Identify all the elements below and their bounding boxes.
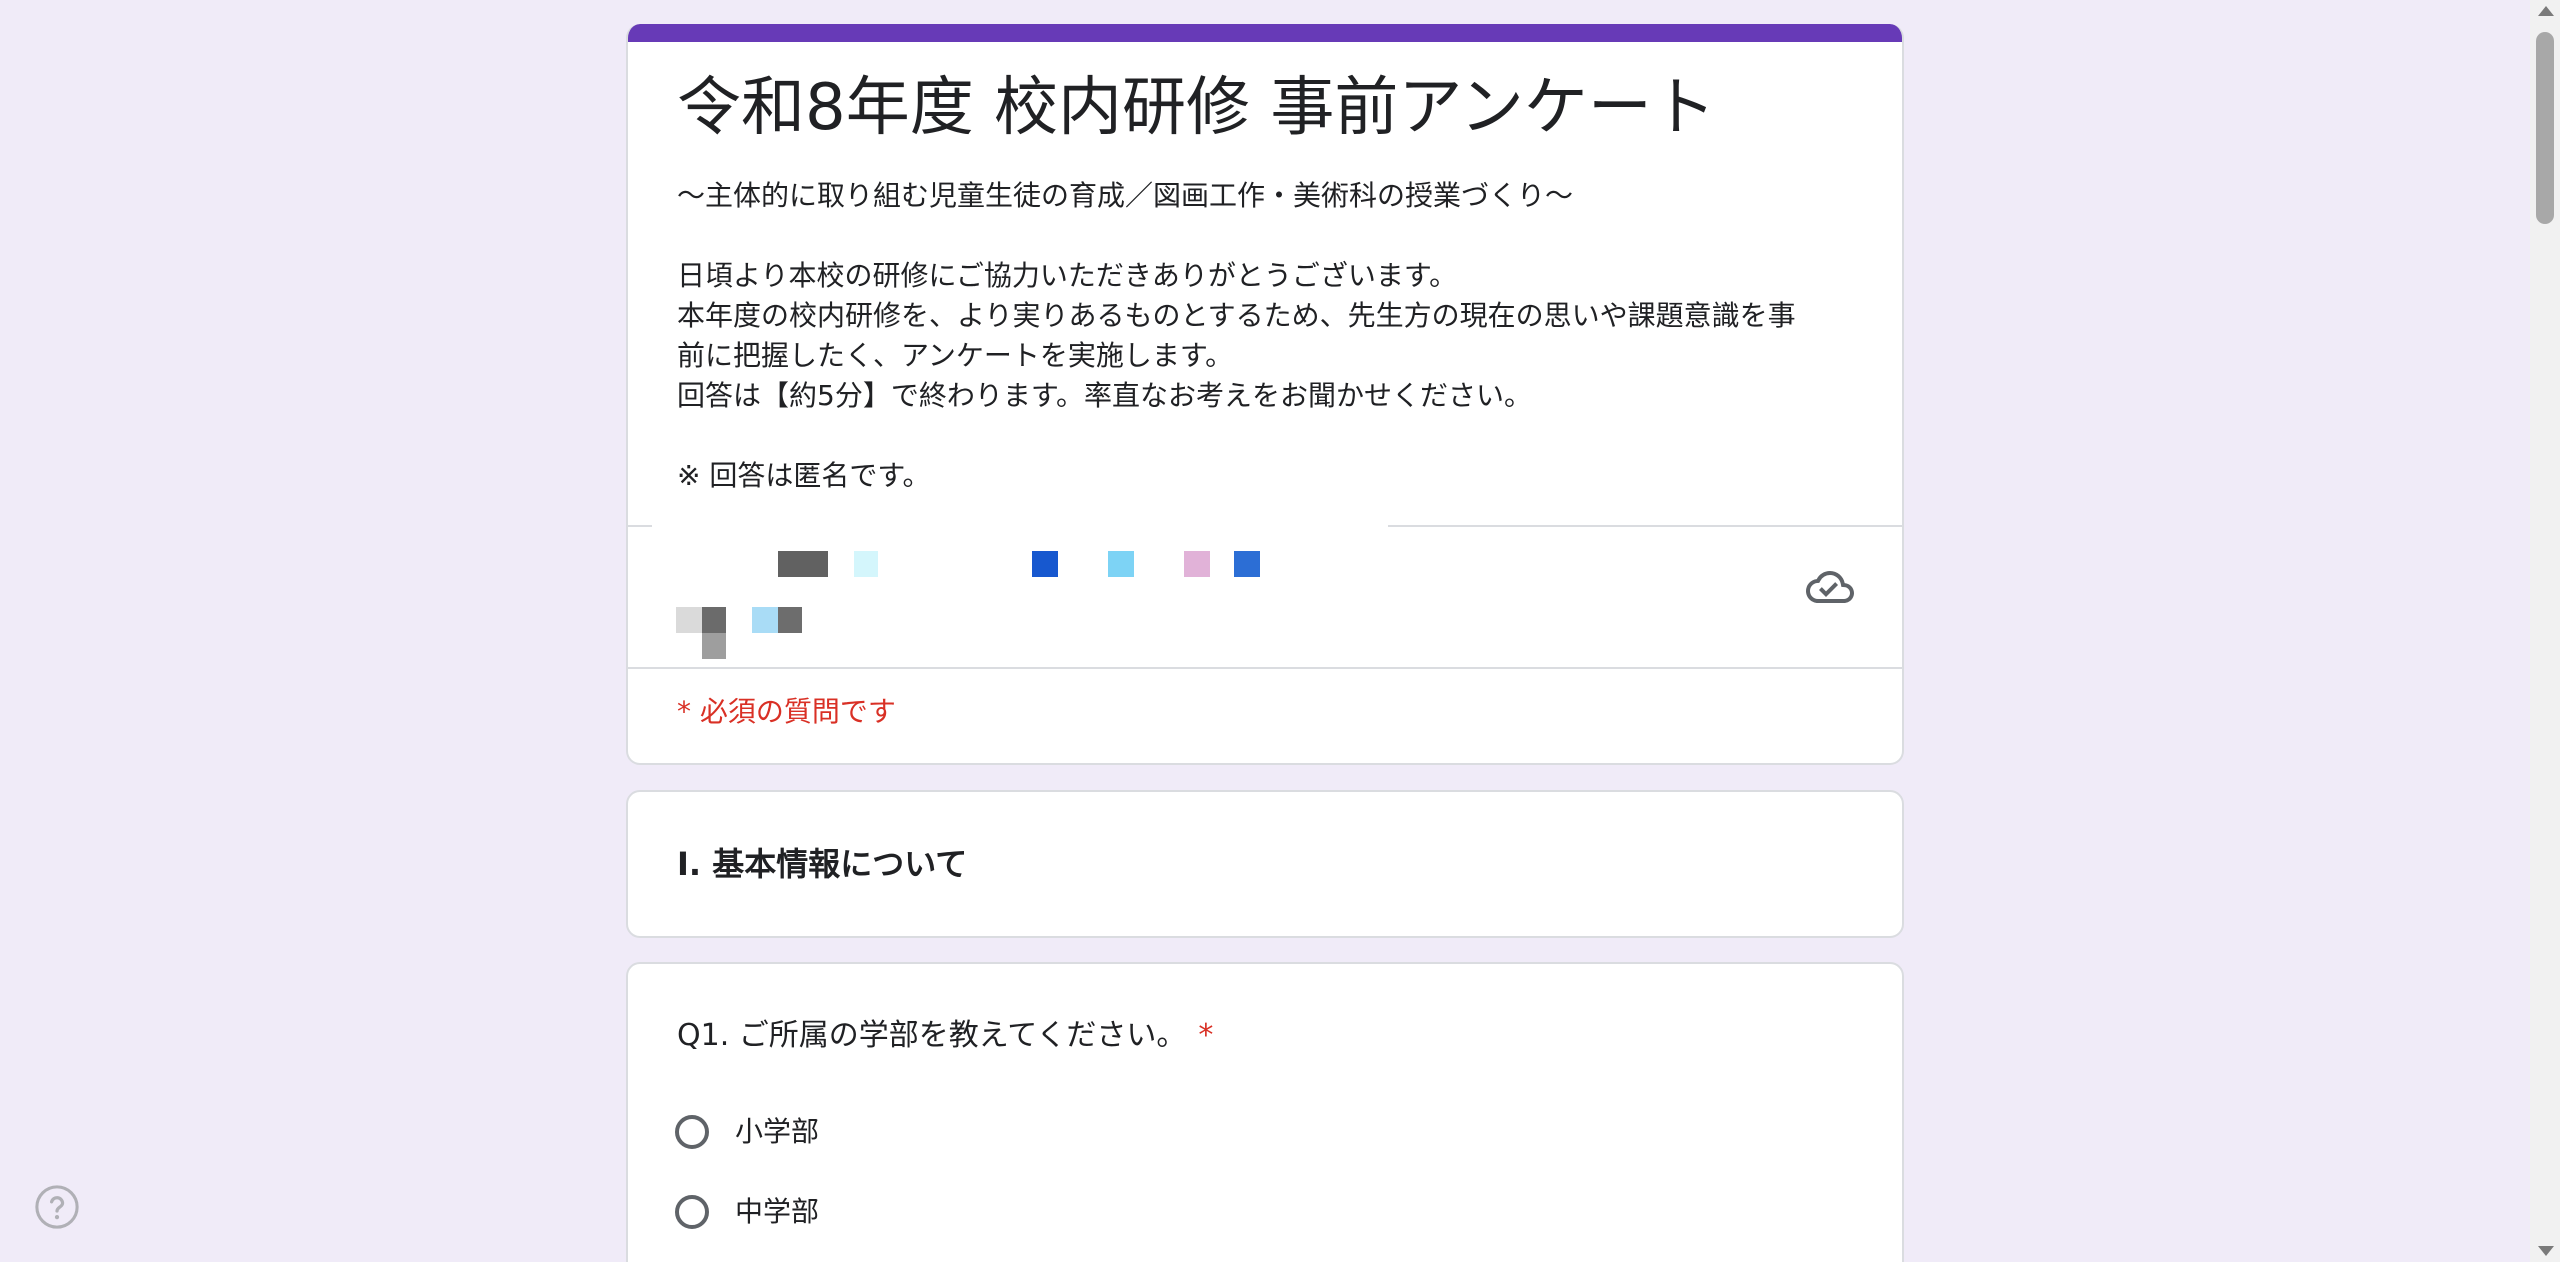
page-scrollbar[interactable] [2530, 0, 2560, 1262]
help-icon[interactable] [34, 1184, 80, 1230]
form-description-line: 本年度の校内研修を、より実りあるものとするため、先生方の現在の思いや課題意識を事 [677, 299, 1796, 332]
redaction-block [778, 607, 802, 633]
account-row [628, 507, 1902, 669]
radio-button[interactable] [675, 1195, 709, 1229]
account-divider [628, 667, 1902, 669]
redaction-block [676, 607, 702, 633]
form-description-line: 日頃より本校の研修にご協力いただきありがとうございます。 [677, 259, 1458, 292]
question-title: Q1. ご所属の学部を教えてください。 * [677, 1014, 1213, 1058]
form-title: 令和8年度 校内研修 事前アンケート [677, 71, 1716, 145]
scroll-down-icon[interactable] [2538, 1246, 2554, 1256]
account-mask [652, 507, 1388, 527]
section-card: Ⅰ. 基本情報について [626, 790, 1904, 938]
redaction-block [1234, 551, 1260, 577]
radio-option-label: 小学部 [735, 1115, 820, 1148]
form-description-line: 前に把握したく、アンケートを実施します。 [677, 339, 1234, 372]
redaction-block [752, 607, 778, 633]
form-page: 令和8年度 校内研修 事前アンケート 〜主体的に取り組む児童生徒の育成／図画工作… [0, 0, 2560, 1262]
required-star: * [1198, 1018, 1214, 1053]
form-description: 〜主体的に取り組む児童生徒の育成／図画工作・美術科の授業づくり〜 日頃より本校の… [677, 176, 1857, 496]
form-anonymous-note: ※ 回答は匿名です。 [677, 459, 931, 492]
form-description-line: 回答は【約5分】で終わります。率直なお考えをお聞かせください。 [677, 379, 1533, 412]
radio-option-elementary[interactable]: 小学部 [675, 1110, 819, 1154]
redaction-block [702, 633, 726, 659]
scrollbar-thumb[interactable] [2536, 32, 2554, 224]
redaction-block [702, 607, 726, 633]
redaction-block [778, 551, 828, 577]
form-subtitle: 〜主体的に取り組む児童生徒の育成／図画工作・美術科の授業づくり〜 [677, 179, 1574, 212]
redaction-block [1108, 551, 1134, 577]
radio-option-label: 中学部 [735, 1195, 820, 1228]
redaction-block [854, 551, 878, 577]
redaction-block [1032, 551, 1058, 577]
question-card-q1: Q1. ご所属の学部を教えてください。 * 小学部 中学部 [626, 962, 1904, 1262]
radio-button[interactable] [675, 1115, 709, 1149]
redaction-block [1184, 551, 1210, 577]
question-text: Q1. ご所属の学部を教えてください。 [677, 1018, 1187, 1053]
cloud-saved-icon[interactable] [1806, 563, 1854, 611]
radio-option-junior-high[interactable]: 中学部 [675, 1190, 819, 1234]
form-header-card: 令和8年度 校内研修 事前アンケート 〜主体的に取り組む児童生徒の育成／図画工作… [626, 24, 1904, 765]
form-accent-bar [628, 24, 1902, 42]
section-title: Ⅰ. 基本情報について [677, 845, 968, 883]
required-note: * 必須の質問です [677, 695, 896, 728]
scroll-up-icon[interactable] [2538, 6, 2554, 16]
